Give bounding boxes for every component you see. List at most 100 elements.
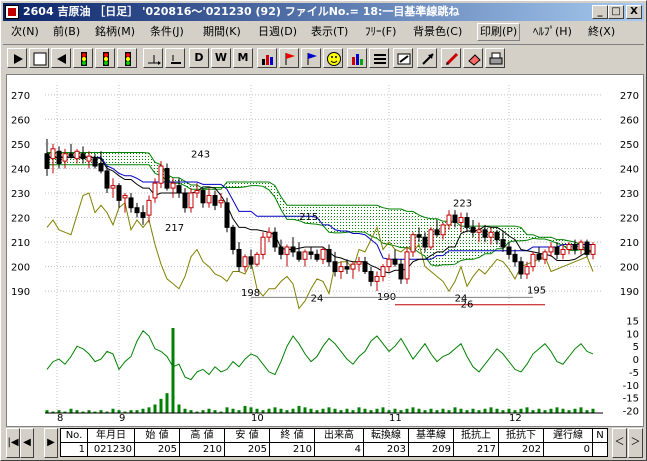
candle-body <box>308 251 314 255</box>
traffic-light-icon <box>125 52 131 66</box>
volume-bar <box>429 408 433 413</box>
candle-body <box>392 258 398 265</box>
toolbar-button-20[interactable] <box>463 48 483 68</box>
scroll-left-button[interactable]: ＜ <box>612 428 627 458</box>
chart-svg: 270 270260 260250 250240 240230 230220 220210 2… <box>11 85 639 424</box>
toolbar-button-13[interactable] <box>301 48 321 68</box>
minimize-button[interactable]: _ <box>592 5 608 19</box>
volume-bar <box>393 408 397 413</box>
candle-body <box>374 275 380 282</box>
volume-bar <box>321 408 325 413</box>
volume-bar <box>303 407 307 413</box>
candle-body <box>242 256 248 268</box>
toolbar-button-3[interactable] <box>73 48 93 68</box>
candle-body <box>422 236 428 248</box>
candle-body <box>248 256 254 265</box>
toolbar-button-d[interactable]: D <box>189 48 209 68</box>
toolbar-button-17[interactable] <box>393 48 413 68</box>
app-window: 2604 吉原油 ［日足］ '020816～'021230 (92) ファイルN… <box>0 0 647 461</box>
menu-stock[interactable]: 銘柄(M) <box>95 24 135 40</box>
candle-body <box>590 244 596 255</box>
menu-prev[interactable]: 前(B) <box>53 24 80 40</box>
scroll-right-button[interactable]: ＞ <box>628 428 643 458</box>
candle-body <box>194 190 200 194</box>
candle-body <box>260 236 266 255</box>
volume-bar <box>471 408 475 413</box>
price-tick-left: 240 <box>11 164 30 175</box>
candle-body <box>74 150 80 160</box>
red-flag-icon <box>285 53 295 65</box>
candle-body <box>134 207 140 214</box>
column-header: 安 値 <box>224 428 270 443</box>
toolbar-button-4[interactable] <box>95 48 115 68</box>
toolbar-button-2[interactable] <box>51 48 71 68</box>
diagonal-arrow-icon <box>422 53 434 65</box>
toolbar-button-w[interactable]: W <box>211 48 231 68</box>
menu-next[interactable]: 次(N) <box>11 24 39 40</box>
column-header: 終 値 <box>269 428 315 443</box>
menu-help[interactable]: ﾍﾙﾌﾟ(H) <box>533 24 572 40</box>
title-bar[interactable]: 2604 吉原油 ［日足］ '020816～'021230 (92) ファイルN… <box>3 3 644 21</box>
nav-play-button[interactable]: ▶ <box>44 428 58 458</box>
toolbar-button-7[interactable] <box>165 48 185 68</box>
toolbar-button-18[interactable] <box>417 48 437 68</box>
volume-bar <box>549 408 553 413</box>
month-label: 12 <box>509 413 522 424</box>
volume-bar <box>165 393 169 413</box>
toolbar-button-1[interactable] <box>29 48 49 68</box>
volume-bar <box>525 407 529 413</box>
toolbar-button-21[interactable] <box>485 48 505 68</box>
volume-bar <box>333 408 337 413</box>
toolbar-button-14[interactable] <box>323 48 343 68</box>
volume-bar <box>327 407 331 413</box>
volume-bar <box>591 408 595 413</box>
toolbar-button-11[interactable] <box>257 48 277 68</box>
menu-bgcolor[interactable]: 背景色(C) <box>413 24 462 40</box>
column-header: 抵抗下 <box>498 428 544 443</box>
candle-body <box>182 192 188 209</box>
candle-body <box>566 244 572 250</box>
nav-prev-button[interactable]: ◀ <box>20 428 34 458</box>
volume-bar <box>561 408 565 413</box>
volume-bar <box>375 408 379 413</box>
candle-body <box>224 202 230 228</box>
toolbar-button-12[interactable] <box>279 48 299 68</box>
price-tick-left: 270 <box>11 91 30 102</box>
menu-period[interactable]: 期間(K) <box>203 24 241 40</box>
header-row: No. 年月日始 値高 値安 値終 値出来高 転換線 基準線 抵抗上 抵抗下 遅行線 N <box>60 428 608 443</box>
candle-body <box>104 170 110 189</box>
app-icon[interactable] <box>5 5 19 19</box>
volume-bar <box>309 408 313 413</box>
table-cell: 209 <box>408 442 454 457</box>
candle-body <box>254 253 260 265</box>
play-left-icon <box>57 54 66 64</box>
toolbar-button-0[interactable] <box>7 48 27 68</box>
menu-display[interactable]: 表示(T) <box>311 24 348 40</box>
menu-print[interactable]: 印刷(P) <box>477 23 521 41</box>
menu-bar: 次(N) 前(B) 銘柄(M) 条件(J) 期間(K) 日週(D) 表示(T) … <box>3 22 644 42</box>
annotation-label: 217 <box>165 223 184 234</box>
toolbar-button-6[interactable] <box>143 48 163 68</box>
menu-free[interactable]: ﾌﾘｰ(F) <box>365 24 396 40</box>
toolbar-button-16[interactable] <box>369 48 389 68</box>
candle-body <box>410 234 416 253</box>
toolbar-button-5[interactable] <box>117 48 137 68</box>
toolbar-button-19[interactable] <box>441 48 461 68</box>
split-arrow-icon <box>148 55 161 65</box>
menu-exit[interactable]: 終(X) <box>588 24 615 40</box>
volume-bar <box>171 328 175 413</box>
candle-body <box>56 150 62 165</box>
osc-tick-right: 10 <box>626 329 639 340</box>
maximize-button[interactable]: □ <box>608 5 624 19</box>
volume-bar <box>291 408 295 413</box>
toolbar-button-m[interactable]: M <box>233 48 253 68</box>
candle-body <box>230 226 236 250</box>
nav-first-button[interactable]: |◀ <box>6 428 20 458</box>
menu-condition[interactable]: 条件(J) <box>150 24 184 40</box>
traffic-light-icon <box>81 52 87 66</box>
menu-daily-weekly[interactable]: 日週(D) <box>258 24 297 40</box>
close-button[interactable]: X <box>626 5 642 19</box>
candle-body <box>314 253 320 260</box>
toolbar-button-15[interactable] <box>347 48 367 68</box>
candle-body <box>200 190 206 204</box>
